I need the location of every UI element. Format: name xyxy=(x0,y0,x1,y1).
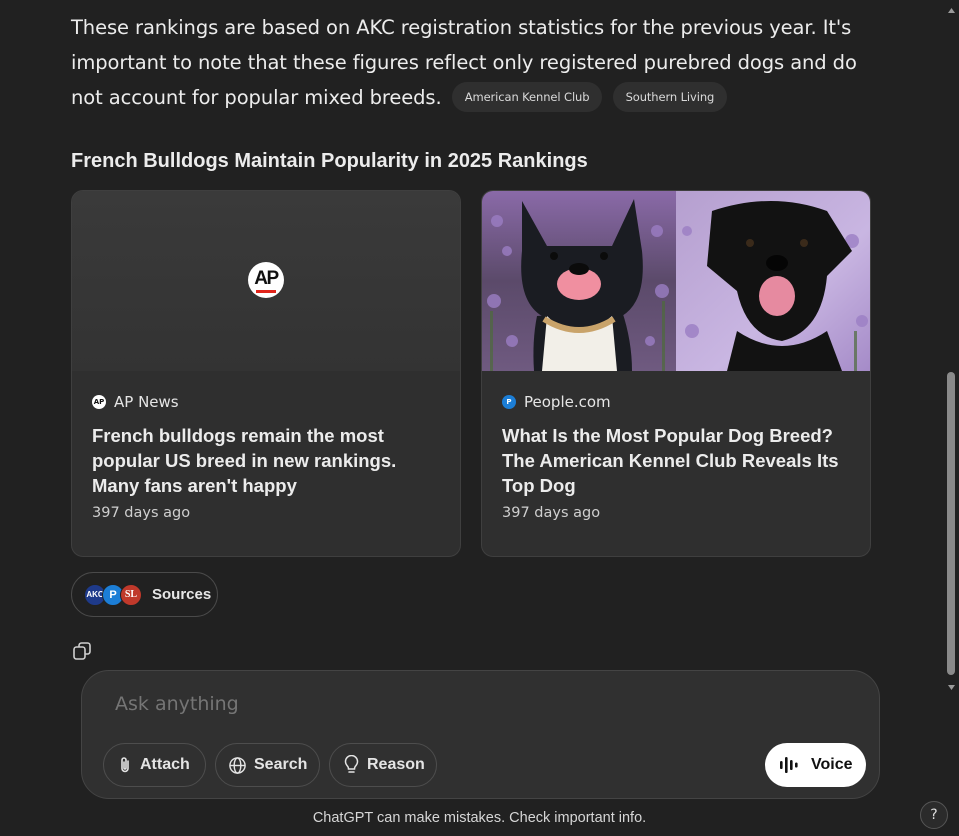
section-heading: French Bulldogs Maintain Popularity in 2… xyxy=(71,150,588,172)
southern-living-favicon-icon: SL xyxy=(120,583,142,606)
attach-label: Attach xyxy=(140,756,190,773)
scrollbar[interactable] xyxy=(944,0,959,700)
ap-logo-icon: AP xyxy=(248,262,284,298)
answer-paragraph: These rankings are based on AKC registra… xyxy=(71,10,881,115)
help-button[interactable]: ? xyxy=(920,801,948,829)
ask-input[interactable] xyxy=(115,693,715,715)
dogs-photo-icon xyxy=(482,191,870,371)
citation-chip-american-kennel-club[interactable]: American Kennel Club xyxy=(451,81,603,112)
card-date: 397 days ago xyxy=(92,505,191,521)
scrollbar-track-icon xyxy=(947,8,955,690)
reason-button[interactable]: Reason xyxy=(329,743,437,787)
card-image-dogs-photo xyxy=(482,191,870,371)
search-button[interactable]: Search xyxy=(215,743,320,787)
paperclip-icon xyxy=(118,756,132,774)
copy-icon[interactable] xyxy=(72,641,92,661)
ap-logo-text: AP xyxy=(254,268,279,289)
sources-label: Sources xyxy=(152,586,212,603)
card-title[interactable]: French bulldogs remain the most popular … xyxy=(92,423,444,498)
source-favicons: AKC P SL xyxy=(84,583,142,606)
card-date: 397 days ago xyxy=(502,505,601,521)
sources-button[interactable]: AKC P SL Sources xyxy=(71,572,218,617)
people-logo-icon: P xyxy=(502,395,516,409)
news-card-ap[interactable]: AP AP AP News French bulldogs remain the… xyxy=(71,190,461,557)
attach-button[interactable]: Attach xyxy=(103,743,206,787)
news-card-people[interactable]: P People.com What Is the Most Popular Do… xyxy=(481,190,871,557)
voice-button[interactable]: Voice xyxy=(765,743,866,787)
disclaimer-text: ChatGPT can make mistakes. Check importa… xyxy=(312,810,647,826)
card-source-label: People.com xyxy=(524,393,611,411)
globe-icon xyxy=(228,756,247,775)
ap-logo-icon: AP xyxy=(92,395,106,409)
card-image-ap: AP xyxy=(72,191,460,371)
card-source-ap: AP AP News xyxy=(92,391,444,413)
search-label: Search xyxy=(254,756,308,773)
composer: Attach Search Reason Voice xyxy=(81,670,880,799)
reason-label: Reason xyxy=(367,756,425,773)
voice-label: Voice xyxy=(811,756,853,773)
ap-logo-underline xyxy=(256,290,276,293)
card-source-label: AP News xyxy=(114,393,179,411)
voice-waveform-icon xyxy=(779,755,801,775)
lightbulb-icon xyxy=(343,755,360,775)
citation-chip-southern-living[interactable]: Southern Living xyxy=(612,81,728,112)
card-title[interactable]: What Is the Most Popular Dog Breed? The … xyxy=(502,423,854,498)
card-source-people: P People.com xyxy=(502,391,854,413)
